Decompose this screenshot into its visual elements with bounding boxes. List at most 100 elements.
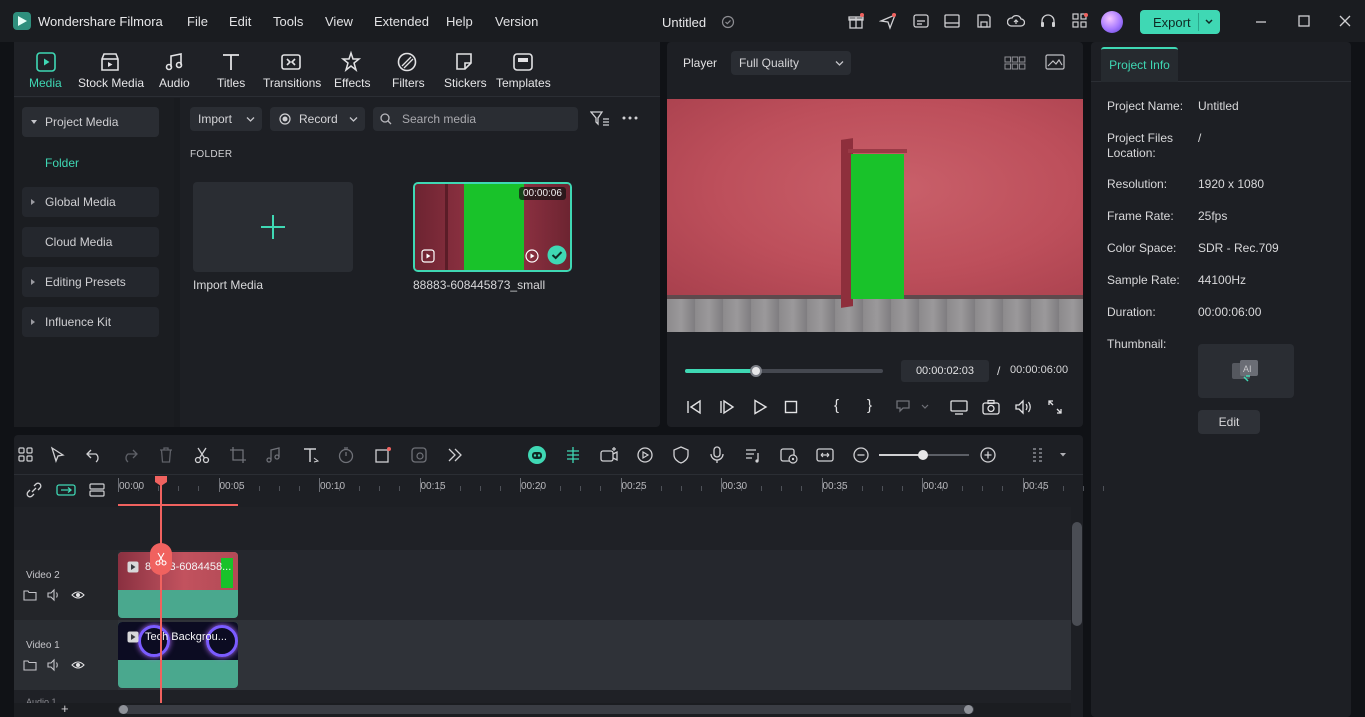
search-media-field[interactable]: Search media	[373, 107, 578, 131]
headset-icon[interactable]	[1039, 12, 1057, 30]
project-thumbnail[interactable]: AI	[1198, 344, 1294, 398]
mark-out-button[interactable]: }	[867, 397, 872, 414]
track-manager-icon[interactable]	[89, 482, 105, 498]
menu-file[interactable]: File	[187, 14, 208, 29]
more-tools-icon[interactable]	[446, 446, 464, 464]
auto-ripple-icon[interactable]	[564, 446, 582, 464]
tab-templates[interactable]: Templates	[496, 76, 551, 90]
next-frame-icon[interactable]	[719, 399, 735, 415]
eye-visibility-icon[interactable]	[71, 588, 85, 602]
timeline-clip-video-2[interactable]: 88883-6084458...	[118, 552, 238, 618]
more-options-icon[interactable]	[622, 116, 638, 120]
tab-media[interactable]: Media	[29, 76, 62, 90]
menu-edit[interactable]: Edit	[229, 14, 251, 29]
stickers-icon[interactable]	[452, 50, 476, 74]
zoom-in-icon[interactable]	[979, 446, 997, 464]
add-video-track-icon[interactable]	[600, 446, 618, 464]
stop-icon[interactable]	[783, 399, 799, 415]
fit-timeline-icon[interactable]	[816, 446, 834, 464]
tab-stock-media[interactable]: Stock Media	[78, 76, 144, 90]
import-media-card[interactable]	[193, 182, 353, 272]
vertical-scrollbar-thumb[interactable]	[1072, 522, 1082, 626]
marker-icon[interactable]	[895, 399, 929, 415]
image-snapshot-icon[interactable]	[1045, 54, 1065, 70]
titles-icon[interactable]	[219, 50, 243, 74]
zoom-slider-knob[interactable]	[918, 450, 928, 460]
avatar[interactable]	[1101, 11, 1123, 33]
sidebar-item-editing-presets[interactable]: Editing Presets	[22, 267, 159, 297]
cloud-upload-icon[interactable]	[1007, 12, 1025, 30]
current-time-display[interactable]: 00:00:02:03	[901, 360, 989, 382]
sidebar-item-global-media[interactable]: Global Media	[22, 187, 159, 217]
display-screen-icon[interactable]	[950, 399, 968, 415]
layout-icon[interactable]	[943, 12, 961, 30]
timeline-clip-video-1[interactable]: Tech Backgrou...	[118, 622, 238, 688]
minimize-icon[interactable]	[1252, 12, 1270, 30]
volume-icon[interactable]	[1014, 399, 1032, 415]
text-tool-icon[interactable]	[302, 446, 320, 464]
edit-thumbnail-button[interactable]: Edit	[1198, 410, 1260, 434]
render-preview-icon[interactable]	[636, 446, 654, 464]
export-button[interactable]: Export	[1140, 10, 1220, 34]
menu-help[interactable]: Help	[446, 14, 473, 29]
zoom-out-icon[interactable]	[852, 446, 870, 464]
menu-extended[interactable]: Extended	[374, 14, 429, 29]
transitions-icon[interactable]	[279, 50, 303, 74]
quality-dropdown[interactable]: Full Quality	[731, 51, 851, 75]
apps-grid-icon[interactable]	[1071, 12, 1089, 30]
stock-media-icon[interactable]	[98, 50, 122, 74]
folder-lock-icon[interactable]	[23, 658, 37, 672]
layout-grid-icon[interactable]	[17, 446, 35, 464]
clip-preview-icon[interactable]	[780, 446, 798, 464]
tab-transitions[interactable]: Transitions	[263, 76, 321, 90]
microphone-icon[interactable]	[708, 446, 726, 464]
playhead-line[interactable]	[160, 476, 162, 717]
play-icon[interactable]	[752, 399, 768, 415]
sidebar-item-cloud-media[interactable]: Cloud Media	[22, 227, 159, 257]
tab-titles[interactable]: Titles	[217, 76, 245, 90]
media-tab-icon[interactable]	[34, 50, 58, 74]
templates-icon[interactable]	[511, 50, 535, 74]
link-unlink-icon[interactable]	[26, 482, 42, 498]
add-track-button[interactable]: +	[61, 701, 69, 716]
track-volume-icon[interactable]	[47, 588, 61, 602]
filter-sort-icon[interactable]	[590, 110, 610, 128]
magnetic-snap-icon[interactable]	[56, 482, 76, 498]
record-button[interactable]: Record	[270, 107, 365, 131]
playback-progress-knob[interactable]	[750, 365, 762, 377]
menu-tools[interactable]: Tools	[273, 14, 303, 29]
maximize-icon[interactable]	[1295, 12, 1313, 30]
media-clip-card[interactable]: 00:00:06	[413, 182, 572, 272]
save-icon[interactable]	[975, 12, 993, 30]
menu-version[interactable]: Version	[495, 14, 538, 29]
import-button[interactable]: Import	[190, 107, 262, 131]
split-scissors-icon[interactable]	[193, 446, 211, 464]
color-box-icon[interactable]	[374, 446, 392, 464]
ai-assistant-icon[interactable]	[527, 445, 547, 465]
menu-view[interactable]: View	[325, 14, 353, 29]
mark-in-button[interactable]: {	[834, 397, 839, 414]
track-volume-icon[interactable]	[47, 658, 61, 672]
split-playhead-button[interactable]	[150, 543, 172, 575]
search-input[interactable]: Search media	[402, 107, 476, 131]
tab-filters[interactable]: Filters	[392, 76, 425, 90]
sidebar-item-project-media[interactable]: Project Media	[22, 107, 159, 137]
undo-icon[interactable]	[85, 446, 103, 464]
gift-icon[interactable]	[847, 12, 865, 30]
tab-audio[interactable]: Audio	[159, 76, 190, 90]
fullscreen-icon[interactable]	[1047, 399, 1063, 415]
scroll-handle-right[interactable]	[964, 705, 973, 714]
eye-visibility-icon[interactable]	[71, 658, 85, 672]
timeline-settings-icon[interactable]	[1030, 446, 1048, 464]
mask-shield-icon[interactable]	[672, 446, 690, 464]
tab-stickers[interactable]: Stickers	[444, 76, 487, 90]
subtitles-icon[interactable]	[912, 12, 930, 30]
filters-icon[interactable]	[395, 50, 419, 74]
scroll-handle-left[interactable]	[119, 705, 128, 714]
audio-stretch-icon[interactable]	[744, 446, 762, 464]
camera-snapshot-icon[interactable]	[982, 399, 1000, 415]
caret-down-icon[interactable]	[1059, 452, 1067, 458]
select-cursor-icon[interactable]	[49, 446, 67, 464]
previous-frame-icon[interactable]	[686, 399, 702, 415]
tab-effects[interactable]: Effects	[334, 76, 370, 90]
